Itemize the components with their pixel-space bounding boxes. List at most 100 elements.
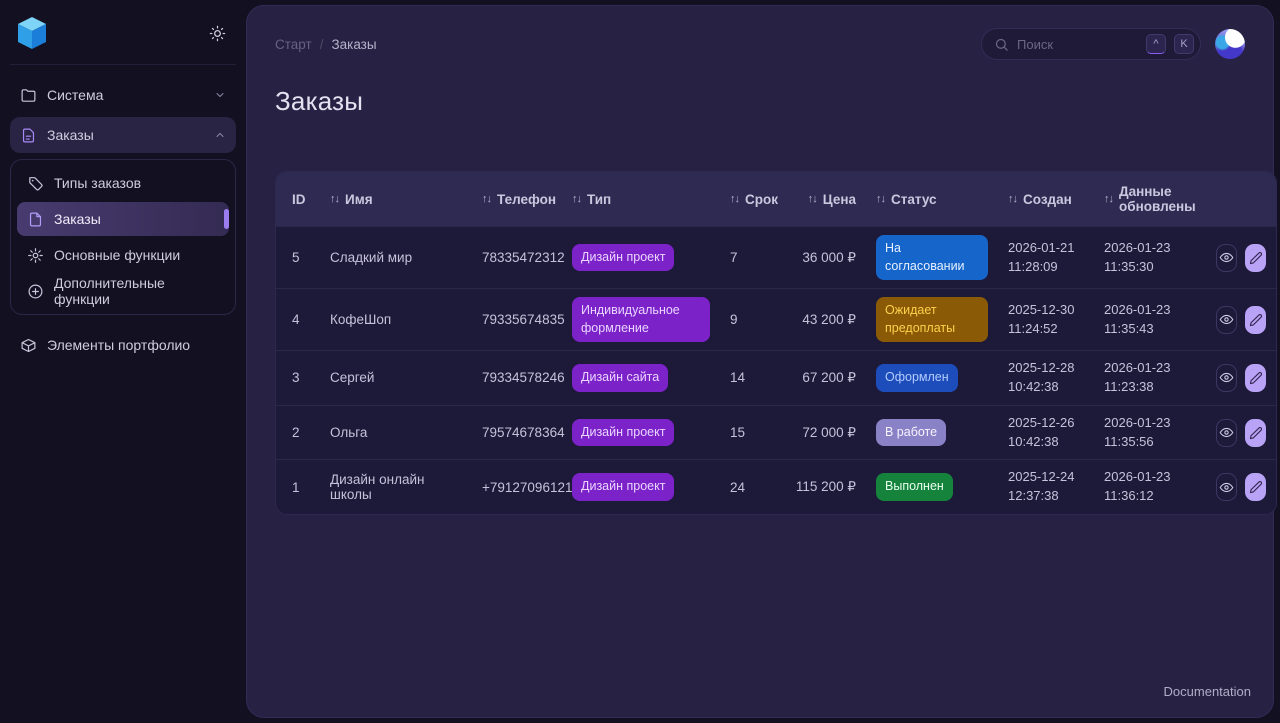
cell-actions	[1206, 405, 1276, 460]
cell-status: На согласовании	[866, 227, 998, 289]
submenu-item-label: Основные функции	[54, 247, 180, 263]
cell-name: КофеШоп	[320, 289, 472, 351]
table-row: 2 Ольга 79574678364 Дизайн проект 15 72 …	[276, 405, 1276, 460]
sidebar-nav: Система Заказы Типы заказов	[10, 65, 236, 363]
cell-price: 36 000 ₽	[784, 227, 866, 289]
cell-term: 14	[720, 351, 784, 406]
column-header-id: ID	[276, 172, 320, 227]
submenu-item-osnovnye-funkcii[interactable]: Основные функции	[17, 238, 229, 272]
cell-name: Сергей	[320, 351, 472, 406]
cell-price: 115 200 ₽	[784, 460, 866, 514]
table-header-row: ID ↑↓Имя ↑↓Телефон ↑↓Тип ↑↓Срок ↑↓Цена ↑…	[276, 172, 1276, 227]
cell-price: 67 200 ₽	[784, 351, 866, 406]
breadcrumb-current: Заказы	[331, 37, 376, 52]
cell-created: 2025-12-3011:24:52	[998, 289, 1094, 351]
status-badge: Ожидает предоплаты	[876, 297, 988, 342]
status-badge: Оформлен	[876, 364, 958, 392]
cell-price: 43 200 ₽	[784, 289, 866, 351]
sidebar-header	[10, 14, 236, 65]
cell-created: 2025-12-2810:42:38	[998, 351, 1094, 406]
user-avatar[interactable]	[1215, 29, 1245, 59]
view-button[interactable]	[1216, 364, 1237, 392]
chevron-up-icon	[214, 129, 226, 141]
cell-updated: 2026-01-2311:23:38	[1094, 351, 1206, 406]
edit-button[interactable]	[1245, 306, 1266, 334]
type-badge: Дизайн сайта	[572, 364, 668, 392]
cell-phone: 79574678364	[472, 405, 562, 460]
pencil-icon	[1249, 480, 1263, 494]
type-badge: Дизайн проект	[572, 244, 674, 272]
cell-term: 15	[720, 405, 784, 460]
status-badge: В работе	[876, 419, 946, 447]
edit-button[interactable]	[1245, 364, 1266, 392]
edit-button[interactable]	[1245, 419, 1266, 447]
cell-term: 9	[720, 289, 784, 351]
view-button[interactable]	[1216, 306, 1237, 334]
documentation-link[interactable]: Documentation	[1164, 684, 1251, 699]
table-row: 3 Сергей 79334578246 Дизайн сайта 14 67 …	[276, 351, 1276, 406]
kbd-ctrl-hint: ^	[1146, 34, 1166, 54]
column-header-term[interactable]: ↑↓Срок	[720, 172, 784, 227]
cell-price: 72 000 ₽	[784, 405, 866, 460]
plus-circle-icon	[27, 283, 44, 300]
submenu-item-zakazy[interactable]: Заказы	[17, 202, 229, 236]
eye-icon	[1219, 425, 1234, 440]
column-header-phone[interactable]: ↑↓Телефон	[472, 172, 562, 227]
status-badge: На согласовании	[876, 235, 988, 280]
search-icon	[994, 37, 1009, 52]
theme-toggle-sun-icon[interactable]	[204, 20, 230, 46]
topbar: Старт / Заказы ^ K	[275, 6, 1245, 60]
status-badge: Выполнен	[876, 473, 953, 501]
table-row: 1 Дизайн онлайн школы +79127096121 Дизай…	[276, 460, 1276, 514]
cell-updated: 2026-01-2311:35:43	[1094, 289, 1206, 351]
cell-id: 4	[276, 289, 320, 351]
column-header-price[interactable]: ↑↓Цена	[784, 172, 866, 227]
cell-term: 7	[720, 227, 784, 289]
submenu-item-label: Дополнительные функции	[54, 275, 219, 307]
sort-icon: ↑↓	[1104, 193, 1113, 205]
search-input[interactable]	[1017, 37, 1138, 52]
sort-icon: ↑↓	[572, 193, 581, 205]
sidebar: Система Заказы Типы заказов	[0, 0, 246, 723]
cell-id: 3	[276, 351, 320, 406]
column-header-name[interactable]: ↑↓Имя	[320, 172, 472, 227]
column-header-updated[interactable]: ↑↓Данные обновлены	[1094, 172, 1206, 227]
sort-icon: ↑↓	[730, 193, 739, 205]
sort-icon: ↑↓	[1008, 193, 1017, 205]
breadcrumb: Старт / Заказы	[275, 37, 377, 52]
cell-name: Сладкий мир	[320, 227, 472, 289]
active-indicator	[224, 209, 229, 229]
search-box[interactable]: ^ K	[981, 28, 1201, 60]
view-button[interactable]	[1216, 473, 1237, 501]
cell-status: Оформлен	[866, 351, 998, 406]
breadcrumb-root-link[interactable]: Старт	[275, 37, 312, 52]
sidebar-item-sistema[interactable]: Система	[10, 77, 236, 113]
edit-button[interactable]	[1245, 473, 1266, 501]
sort-icon: ↑↓	[482, 193, 491, 205]
submenu-item-label: Типы заказов	[54, 175, 141, 191]
view-button[interactable]	[1216, 419, 1237, 447]
app-logo-cube-icon[interactable]	[16, 16, 48, 50]
submenu-item-label: Заказы	[54, 211, 101, 227]
column-header-actions	[1206, 172, 1276, 227]
view-button[interactable]	[1216, 244, 1237, 272]
sidebar-item-zakazy[interactable]: Заказы	[10, 117, 236, 153]
column-header-type[interactable]: ↑↓Тип	[562, 172, 720, 227]
cell-term: 24	[720, 460, 784, 514]
cell-type: Дизайн проект	[562, 460, 720, 514]
submenu-item-tipy-zakazov[interactable]: Типы заказов	[17, 166, 229, 200]
breadcrumb-separator: /	[320, 37, 324, 52]
sidebar-item-portfolio[interactable]: Элементы портфолио	[10, 327, 236, 363]
cell-id: 5	[276, 227, 320, 289]
file-icon	[27, 211, 44, 228]
sort-icon: ↑↓	[808, 193, 817, 205]
cell-phone: 79334578246	[472, 351, 562, 406]
folder-icon	[20, 87, 37, 104]
column-header-created[interactable]: ↑↓Создан	[998, 172, 1094, 227]
sidebar-item-label: Заказы	[47, 127, 94, 143]
column-header-status[interactable]: ↑↓Статус	[866, 172, 998, 227]
submenu-item-dopolnitelnye-funkcii[interactable]: Дополнительные функции	[17, 274, 229, 308]
cell-status: Ожидает предоплаты	[866, 289, 998, 351]
eye-icon	[1219, 370, 1234, 385]
edit-button[interactable]	[1245, 244, 1266, 272]
